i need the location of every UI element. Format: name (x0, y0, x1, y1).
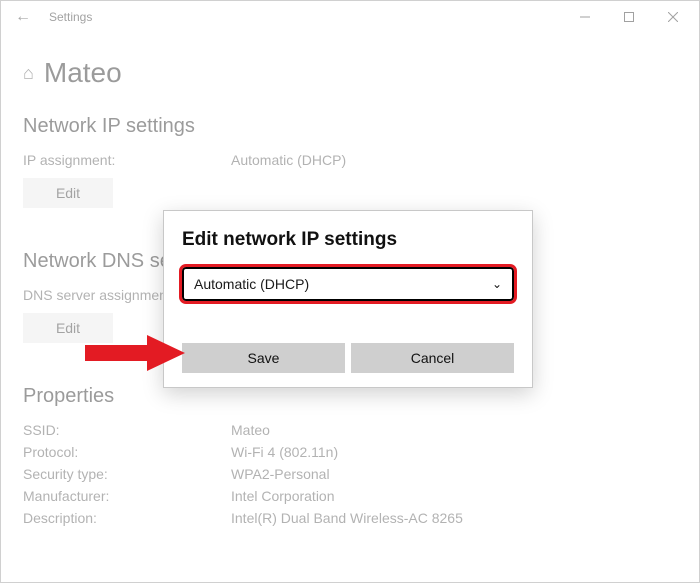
table-row: Protocol: Wi-Fi 4 (802.11n) (23, 444, 677, 460)
table-row: Security type: WPA2-Personal (23, 466, 677, 482)
save-button[interactable]: Save (182, 343, 345, 373)
close-button[interactable] (651, 1, 695, 33)
dns-edit-button[interactable]: Edit (23, 313, 113, 343)
table-row: Manufacturer: Intel Corporation (23, 488, 677, 504)
cancel-button[interactable]: Cancel (351, 343, 514, 373)
ip-edit-button[interactable]: Edit (23, 178, 113, 208)
table-row: Description: Intel(R) Dual Band Wireless… (23, 510, 677, 526)
ip-mode-value: Automatic (DHCP) (194, 276, 309, 292)
window-controls (563, 1, 695, 33)
table-row: SSID: Mateo (23, 422, 677, 438)
prop-val: Wi-Fi 4 (802.11n) (231, 444, 338, 460)
page-title: Mateo (44, 57, 122, 89)
dialog-title: Edit network IP settings (182, 229, 514, 251)
chevron-down-icon: ⌄ (492, 277, 502, 291)
prop-val: Intel(R) Dual Band Wireless-AC 8265 (231, 510, 463, 526)
maximize-button[interactable] (607, 1, 651, 33)
prop-key: SSID: (23, 422, 231, 438)
properties-heading: Properties (23, 385, 677, 408)
prop-val: Intel Corporation (231, 488, 335, 504)
ip-assignment-value: Automatic (DHCP) (231, 152, 346, 168)
prop-val: WPA2-Personal (231, 466, 330, 482)
prop-key: Description: (23, 510, 231, 526)
titlebar: ← Settings (1, 1, 699, 33)
prop-key: Security type: (23, 466, 231, 482)
ip-section-heading: Network IP settings (23, 115, 677, 138)
prop-val: Mateo (231, 422, 270, 438)
ip-assignment-label: IP assignment: (23, 152, 231, 168)
edit-ip-dialog: Edit network IP settings Automatic (DHCP… (163, 210, 533, 388)
window-title: Settings (49, 10, 563, 24)
ip-mode-dropdown[interactable]: Automatic (DHCP) ⌄ (182, 267, 514, 301)
ip-assignment-row: IP assignment: Automatic (DHCP) (23, 152, 677, 168)
prop-key: Manufacturer: (23, 488, 231, 504)
minimize-button[interactable] (563, 1, 607, 33)
back-button[interactable]: ← (9, 8, 37, 26)
dialog-buttons: Save Cancel (182, 343, 514, 373)
prop-key: Protocol: (23, 444, 231, 460)
home-icon: ⌂ (23, 63, 34, 84)
breadcrumb: ⌂ Mateo (23, 57, 677, 89)
